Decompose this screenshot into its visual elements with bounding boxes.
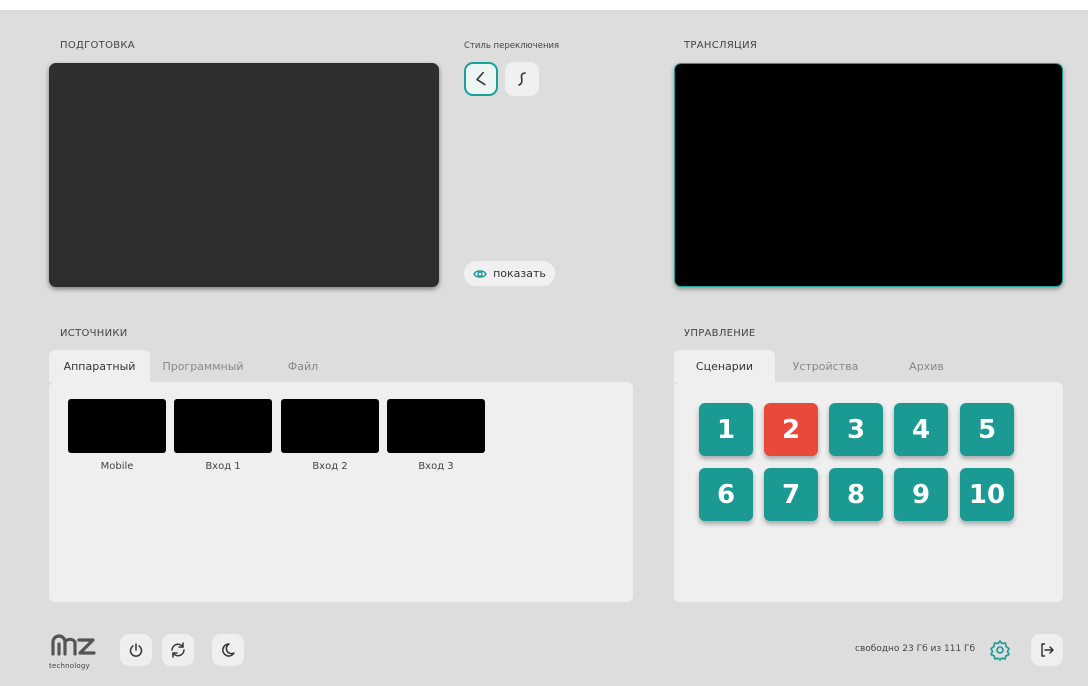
show-button-label: показать	[493, 267, 546, 280]
transition-fade-icon	[518, 72, 526, 86]
scenario-button-1[interactable]: 1	[699, 403, 753, 456]
preview-monitor	[49, 63, 439, 287]
m2-logo: technology	[49, 632, 99, 670]
sources-label: ИСТОЧНИКИ	[60, 328, 128, 339]
power-icon	[129, 643, 143, 657]
scenario-button-10[interactable]: 10	[960, 468, 1014, 521]
transition-fade-button[interactable]	[505, 62, 539, 96]
theme-button[interactable]	[212, 634, 244, 666]
source-tile-input-3[interactable]	[387, 399, 485, 453]
tab-scenarios[interactable]: Сценарии	[674, 350, 775, 382]
logout-icon	[1041, 643, 1054, 657]
app-window: ПОДГОТОВКА Стиль переключения показать Т…	[0, 10, 1088, 686]
eye-icon	[473, 269, 487, 278]
program-label: ТРАНСЛЯЦИЯ	[684, 40, 758, 51]
scenario-button-2[interactable]: 2	[764, 403, 818, 456]
source-tile-input-1[interactable]	[174, 399, 272, 453]
tab-devices[interactable]: Устройства	[775, 350, 876, 382]
scenario-button-6[interactable]: 6	[699, 468, 753, 521]
control-label: УПРАВЛЕНИЕ	[684, 328, 756, 339]
show-button[interactable]: показать	[464, 261, 555, 286]
scenario-button-5[interactable]: 5	[960, 403, 1014, 456]
storage-status: свободно 23 Гб из 111 Гб	[855, 644, 976, 654]
scenario-button-3[interactable]: 3	[829, 403, 883, 456]
refresh-button[interactable]	[162, 634, 194, 666]
program-monitor	[674, 63, 1063, 287]
tab-file[interactable]: Файл	[256, 350, 350, 382]
m2-logo-mark	[51, 634, 96, 656]
tab-software[interactable]: Программный	[150, 350, 256, 382]
settings-button[interactable]	[984, 634, 1016, 666]
source-label-mobile: Mobile	[100, 461, 134, 472]
moon-icon	[222, 643, 235, 657]
source-tile-mobile[interactable]	[68, 399, 166, 453]
source-label-input-2: Вход 2	[312, 461, 348, 472]
transition-cut-button[interactable]	[464, 62, 498, 96]
scenario-button-9[interactable]: 9	[894, 468, 948, 521]
power-button[interactable]	[120, 634, 152, 666]
tab-archive[interactable]: Архив	[876, 350, 977, 382]
source-label-input-3: Вход 3	[418, 461, 454, 472]
source-tile-input-2[interactable]	[281, 399, 379, 453]
scenario-button-7[interactable]: 7	[764, 468, 818, 521]
refresh-icon	[171, 642, 185, 658]
gear-icon	[990, 640, 1010, 661]
transition-cut-icon	[476, 71, 486, 86]
logout-button[interactable]	[1031, 634, 1063, 666]
preview-label: ПОДГОТОВКА	[60, 40, 135, 51]
scenario-button-8[interactable]: 8	[829, 468, 883, 521]
source-label-input-1: Вход 1	[205, 461, 241, 472]
tab-hardware[interactable]: Аппаратный	[49, 350, 150, 382]
logo-subtitle: technology	[49, 662, 90, 670]
scenario-button-4[interactable]: 4	[894, 403, 948, 456]
switch-style-label: Стиль переключения	[464, 41, 560, 51]
